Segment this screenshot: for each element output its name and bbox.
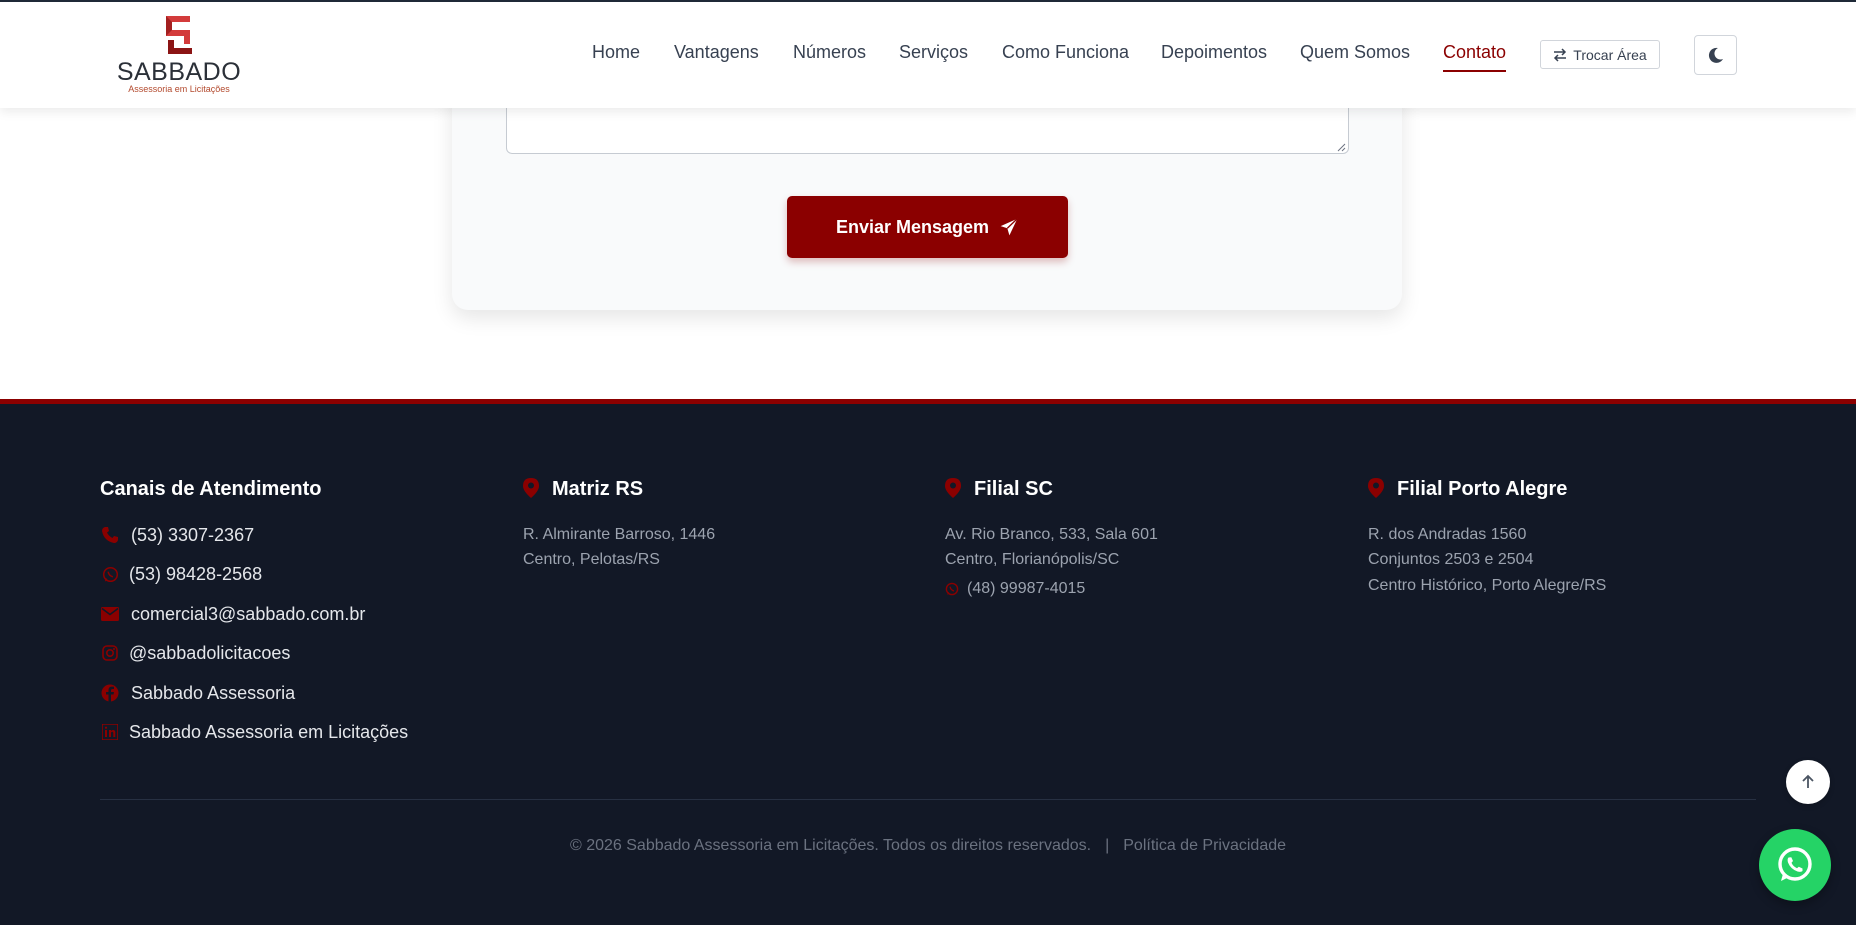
swap-arrows-icon bbox=[1554, 47, 1567, 62]
paper-plane-icon bbox=[1000, 218, 1018, 236]
resize-grip-icon[interactable] bbox=[1336, 142, 1346, 152]
filial-sc-address-line: Centro, Florianópolis/SC bbox=[945, 551, 1120, 568]
top-border bbox=[0, 0, 1856, 2]
nav-item-como-funciona[interactable]: Como Funciona bbox=[1002, 42, 1129, 63]
send-message-button[interactable]: Enviar Mensagem bbox=[787, 196, 1068, 258]
filial-sc-whatsapp[interactable]: (48) 99987-4015 bbox=[945, 578, 1085, 600]
copyright-text: © 2026 Sabbado Assessoria em Licitações.… bbox=[569, 837, 1092, 854]
arrow-up-icon bbox=[1802, 774, 1814, 788]
filial-poa-title: Filial Porto Alegre bbox=[1397, 478, 1568, 500]
matriz-address-line: Centro, Pelotas/RS bbox=[523, 551, 660, 568]
whatsapp-floating-button[interactable] bbox=[1759, 829, 1831, 901]
theme-toggle-button[interactable] bbox=[1694, 35, 1737, 75]
sabbado-logo-mark-icon bbox=[166, 16, 192, 54]
matriz-address-line: R. Almirante Barroso, 1446 bbox=[523, 526, 716, 543]
nav-item-home[interactable]: Home bbox=[592, 42, 640, 63]
filial-poa-address-line: Conjuntos 2503 e 2504 bbox=[1368, 551, 1534, 568]
channels-title: Canais de Atendimento bbox=[100, 478, 322, 500]
brand-logo[interactable]: SABBADO Assessoria em Licitações bbox=[116, 14, 242, 94]
switch-area-button[interactable]: Trocar Área bbox=[1540, 40, 1660, 69]
whatsapp-icon bbox=[100, 564, 120, 584]
send-message-label: Enviar Mensagem bbox=[835, 216, 990, 237]
contact-facebook[interactable]: Sabbado Assessoria bbox=[100, 682, 295, 704]
nav-item-vantagens[interactable]: Vantagens bbox=[674, 42, 759, 63]
filial-poa-address-line: Centro Histórico, Porto Alegre/RS bbox=[1368, 577, 1607, 594]
footer-divider bbox=[100, 799, 1756, 800]
envelope-icon bbox=[100, 604, 120, 624]
nav-item-quem-somos[interactable]: Quem Somos bbox=[1300, 42, 1410, 63]
contact-whatsapp[interactable]: (53) 98428-2568 bbox=[100, 563, 262, 585]
copyright-separator: | bbox=[1105, 837, 1110, 854]
map-pin-icon bbox=[1368, 478, 1384, 498]
filial-poa-address-line: R. dos Andradas 1560 bbox=[1368, 526, 1527, 543]
filial-sc-address-line: Av. Rio Branco, 533, Sala 601 bbox=[945, 526, 1158, 543]
map-pin-icon bbox=[523, 478, 539, 498]
filial-sc-title: Filial SC bbox=[974, 478, 1053, 500]
map-pin-icon bbox=[945, 478, 961, 498]
contact-instagram[interactable]: @sabbadolicitacoes bbox=[100, 642, 290, 664]
nav-item-depoimentos[interactable]: Depoimentos bbox=[1161, 42, 1267, 63]
whatsapp-icon bbox=[1778, 847, 1812, 881]
moon-icon bbox=[1708, 47, 1723, 63]
brand-tagline: Assessoria em Licitações bbox=[128, 84, 230, 94]
matriz-title: Matriz RS bbox=[552, 478, 644, 500]
phone-icon bbox=[100, 525, 120, 545]
brand-name: SABBADO bbox=[116, 58, 242, 86]
facebook-icon bbox=[100, 683, 120, 703]
instagram-icon bbox=[100, 643, 120, 663]
nav-item-contato[interactable]: Contato bbox=[1443, 42, 1507, 72]
contact-linkedin[interactable]: Sabbado Assessoria em Licitações bbox=[100, 721, 408, 743]
copyright-bar: © 2026 Sabbado Assessoria em Licitações.… bbox=[0, 837, 1856, 855]
scroll-to-top-button[interactable] bbox=[1786, 760, 1830, 804]
nav-item-numeros[interactable]: Números bbox=[793, 42, 866, 63]
privacy-policy-link[interactable]: Política de Privacidade bbox=[1123, 837, 1286, 854]
nav-item-servicos[interactable]: Serviços bbox=[899, 42, 968, 63]
switch-area-label: Trocar Área bbox=[1573, 46, 1647, 63]
whatsapp-icon bbox=[945, 582, 959, 596]
linkedin-icon bbox=[100, 722, 120, 742]
contact-phone[interactable]: (53) 3307-2367 bbox=[100, 524, 254, 546]
site-header: SABBADO Assessoria em Licitações Home Va… bbox=[0, 0, 1856, 108]
contact-email[interactable]: comercial3@sabbado.com.br bbox=[100, 603, 365, 625]
